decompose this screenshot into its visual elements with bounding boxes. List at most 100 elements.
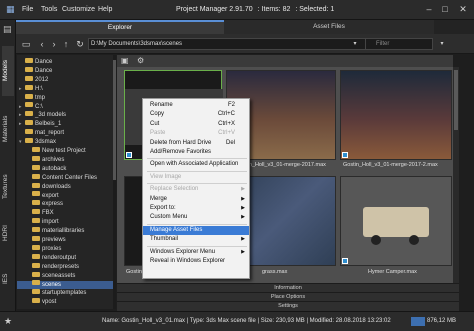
tree-item[interactable]: scenes <box>17 280 113 289</box>
rollout-information[interactable]: Information <box>117 283 459 292</box>
tree-item[interactable]: ▸ H:\ <box>17 84 113 93</box>
context-menu-item[interactable]: Merge ▶ <box>143 195 249 204</box>
tree-item[interactable]: ▸ Belbeis_1 <box>17 120 113 128</box>
tree-item[interactable]: renderoutput <box>17 253 113 262</box>
context-menu-item[interactable]: Add/Remove Favorites <box>143 148 249 157</box>
menu-item-label: Cut <box>150 120 160 127</box>
back-arrow-icon[interactable]: ‹ <box>36 38 48 50</box>
filter-input[interactable]: Filter <box>365 38 433 50</box>
tree-item[interactable]: renderpresets <box>17 262 113 271</box>
tree-scrollbar-thumb[interactable] <box>113 60 116 180</box>
tree-item[interactable]: ▾ 3dsmax <box>17 138 113 146</box>
tree-item[interactable]: New test Project <box>17 146 113 155</box>
refresh-icon[interactable]: ↻ <box>74 38 86 50</box>
view-icon[interactable]: ▣ <box>121 56 129 65</box>
menu-tools[interactable]: Tools <box>41 6 57 13</box>
tree-item[interactable]: FBX <box>17 209 113 217</box>
menu-help[interactable]: Help <box>98 6 112 13</box>
thumbnail-card[interactable] <box>340 70 452 160</box>
title-bar: File Tools Customize Help Project Manage… <box>0 0 474 20</box>
folder-icon <box>32 155 40 161</box>
context-menu-item[interactable]: Export to: ▶ <box>143 204 249 213</box>
tab-asset-files[interactable]: Asset Files <box>224 20 434 34</box>
tree-item[interactable]: startuptemplates <box>17 289 113 297</box>
tree-item[interactable]: sceneassets <box>17 271 113 280</box>
folder-icon <box>25 57 33 63</box>
up-arrow-icon[interactable]: ↑ <box>60 38 72 50</box>
tree-item[interactable]: export <box>17 191 113 200</box>
context-menu-item[interactable]: Delete from Hard Drive Del <box>143 139 249 148</box>
submenu-arrow-icon: ▶ <box>241 195 245 202</box>
context-menu: Rename F2 Copy Ctrl+C Cut Ctrl+X Paste Ctrl+V De… <box>142 98 250 279</box>
context-menu-item[interactable]: Windows Explorer Menu ▶ <box>143 248 249 257</box>
tree-item-label: archives <box>42 156 65 163</box>
thumbnail-card[interactable] <box>340 176 452 266</box>
menu-file[interactable]: File <box>22 6 33 13</box>
vtab-materials[interactable]: Materials <box>2 104 14 154</box>
folder-icon <box>25 129 33 135</box>
grid-icon[interactable]: ▤ <box>3 24 12 35</box>
menu-item-label: Windows Explorer Menu <box>150 248 216 255</box>
star-icon[interactable]: ★ <box>4 316 12 327</box>
vtab-textures[interactable]: Textures <box>2 162 14 212</box>
tree-item-label: 3dsmax <box>35 139 57 146</box>
status-bar: ★ Name: Gostin_Holl_v3_01.max | Type: 3d… <box>0 311 474 331</box>
context-menu-item[interactable]: Open with Associated Application <box>143 160 249 169</box>
context-menu-item[interactable]: Rename F2 <box>143 101 249 110</box>
tree-item[interactable]: mat_report <box>17 129 113 137</box>
wheel-shape <box>409 235 419 245</box>
tree-item[interactable]: express <box>17 200 113 208</box>
folder-icon <box>32 209 40 215</box>
tree-item[interactable]: materiallibraries <box>17 227 113 235</box>
folder-icon[interactable]: ▭ <box>20 38 32 50</box>
context-menu-item[interactable]: Cut Ctrl+X <box>143 120 249 129</box>
tree-item[interactable]: ▸ C:\ <box>17 102 113 111</box>
tree-item[interactable]: proxies <box>17 244 113 253</box>
close-icon[interactable]: ✕ <box>455 3 471 16</box>
menu-item-label: View Image <box>150 173 182 180</box>
rollout-settings[interactable]: Settings <box>117 301 459 311</box>
folder-tree: Dance Dance 2012 ▸ H:\ tmp ▸ C:\ ▸ _3d models ▸ Bel… <box>17 55 115 309</box>
filter-dropdown-icon[interactable]: ▾ <box>436 38 448 50</box>
folder-icon <box>25 66 33 72</box>
tree-item-label: autoback <box>42 165 67 172</box>
folder-icon <box>32 218 40 224</box>
vtab-models[interactable]: Models <box>2 46 14 96</box>
tree-item[interactable]: 2012 <box>17 75 113 84</box>
folder-icon <box>32 235 40 241</box>
menu-customize[interactable]: Customize <box>62 6 95 13</box>
tree-item[interactable]: archives <box>17 155 113 164</box>
context-menu-item[interactable]: Manage Asset Files <box>143 225 249 235</box>
chevron-down-icon[interactable]: ▾ <box>349 38 361 50</box>
menu-item-label: Open with Associated Application <box>150 161 239 168</box>
context-menu-item[interactable]: Copy Ctrl+C <box>143 110 249 119</box>
submenu-arrow-icon: ▶ <box>241 236 245 243</box>
tree-item[interactable]: downloads <box>17 182 113 191</box>
tree-item[interactable]: ▸ _3d models <box>17 111 113 119</box>
tree-item[interactable]: Dance <box>17 57 113 66</box>
vtab-hdri[interactable]: HDRI <box>2 218 14 248</box>
context-menu-item[interactable]: Reveal in Windows Explorer <box>143 257 249 266</box>
path-input[interactable]: D:\My Documents\3dsmax\scenes <box>88 38 372 50</box>
context-menu-item[interactable]: Custom Menu ▶ <box>143 213 249 222</box>
tree-item[interactable]: autoback <box>17 164 113 173</box>
submenu-arrow-icon: ▶ <box>241 248 245 255</box>
tree-item[interactable]: previews <box>17 235 113 244</box>
tree-item[interactable]: Content Center Files <box>17 173 113 182</box>
tree-item-label: New test Project <box>42 148 86 154</box>
settings-icon[interactable]: ⚙ <box>137 56 144 65</box>
forward-arrow-icon[interactable]: › <box>48 38 60 50</box>
tree-item[interactable]: Dance <box>17 66 113 75</box>
tree-item[interactable]: tmp <box>17 93 113 102</box>
tree-item[interactable]: vpost <box>17 298 113 306</box>
tree-item-label: Dance <box>35 67 53 74</box>
tab-explorer[interactable]: Explorer <box>16 20 224 34</box>
vtab-ies[interactable]: IES <box>2 254 14 304</box>
content-scrollbar-thumb[interactable] <box>454 70 458 130</box>
rollout-place-options[interactable]: Place Options <box>117 292 459 301</box>
maximize-icon[interactable]: □ <box>437 3 453 16</box>
tree-item-label: Content Center Files <box>42 174 98 181</box>
minimize-icon[interactable]: – <box>421 3 437 16</box>
tree-item[interactable]: import <box>17 218 113 226</box>
context-menu-item[interactable]: Thumbnail ▶ <box>143 235 249 244</box>
